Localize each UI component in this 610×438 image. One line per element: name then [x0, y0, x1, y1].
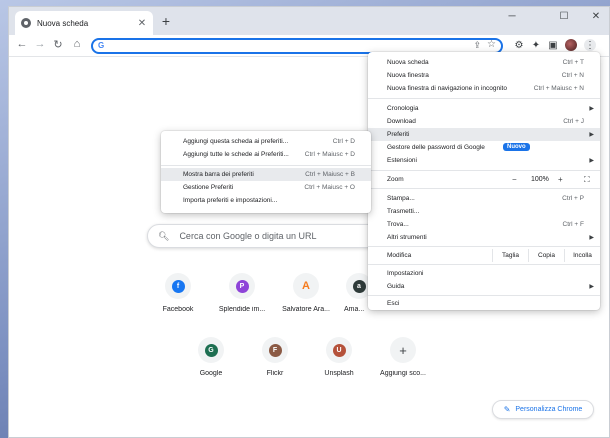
- menu-item-history[interactable]: Cronologia ▶: [368, 102, 600, 115]
- customize-chrome-button[interactable]: ✎ Personalizza Chrome: [492, 400, 594, 419]
- avatar[interactable]: [565, 39, 577, 51]
- menu-item-extensions[interactable]: Estensioni ▶: [368, 154, 600, 167]
- chrome-main-menu: Nuova scheda Ctrl + T Nuova finestra Ctrl …: [368, 52, 600, 310]
- search-icon: 🔍︎: [158, 230, 170, 241]
- menu-item-new-tab[interactable]: Nuova scheda Ctrl + T: [368, 56, 600, 69]
- shortcut-tile[interactable]: U Unsplash: [307, 337, 371, 377]
- google-icon: G: [98, 41, 105, 50]
- zoom-out-button[interactable]: −: [512, 175, 517, 184]
- shortcut-label: Ama...: [344, 306, 365, 313]
- shortcut-label: Flickr: [266, 370, 284, 377]
- shortcut-label: Google: [199, 370, 223, 377]
- customize-label: Personalizza Chrome: [515, 406, 583, 413]
- facebook-icon: f: [171, 279, 185, 293]
- bookmark-star-icon[interactable]: ☆: [487, 39, 496, 50]
- tab-strip: Nuova scheda ✕ + ─ ☐ ✕: [9, 7, 609, 35]
- menu-item-cast[interactable]: Trasmetti...: [368, 205, 600, 218]
- forward-icon[interactable]: →: [33, 38, 47, 50]
- menu-item-settings[interactable]: Impostazioni: [368, 267, 600, 280]
- shortcut-label: Splendide im...: [218, 306, 266, 313]
- bookmarks-submenu: Aggiungi questa scheda ai preferiti... Ct…: [161, 131, 371, 213]
- shortcut-tile[interactable]: P Splendide im...: [210, 273, 274, 313]
- extension-icon[interactable]: ⚙: [513, 39, 525, 51]
- close-tab-icon[interactable]: ✕: [137, 18, 147, 29]
- salvatore-icon: A: [302, 280, 310, 292]
- close-window-icon[interactable]: ✕: [589, 11, 603, 22]
- google-shortcut-icon: G: [204, 343, 218, 357]
- pencil-icon: ✎: [503, 405, 511, 414]
- home-icon[interactable]: ⌂: [70, 38, 84, 50]
- submenu-item-import[interactable]: Importa preferiti e impostazioni...: [161, 194, 371, 207]
- submenu-item-bookmark-all-tabs[interactable]: Aggiungi tutte le schede ai Preferiti...…: [161, 148, 371, 161]
- submenu-item-bookmark-tab[interactable]: Aggiungi questa scheda ai preferiti... Ct…: [161, 135, 371, 148]
- new-tab-button[interactable]: +: [159, 14, 173, 28]
- unsplash-icon: U: [332, 343, 346, 357]
- menu-item-more-tools[interactable]: Altri strumenti ▶: [368, 231, 600, 244]
- side-panel-icon[interactable]: ▣: [547, 39, 559, 51]
- chevron-right-icon: ▶: [589, 284, 594, 290]
- zoom-in-button[interactable]: +: [558, 175, 563, 184]
- menu-item-edit: Modifica Taglia Copia Incolla: [368, 249, 600, 262]
- maximize-icon[interactable]: ☐: [557, 11, 571, 22]
- tab-title: Nuova scheda: [37, 18, 89, 28]
- zoom-level: 100%: [531, 176, 549, 183]
- menu-item-incognito[interactable]: Nuova finestra di navigazione in incogni…: [368, 82, 600, 95]
- shortcut-label: Salvatore Ara...: [282, 306, 330, 313]
- fullscreen-icon[interactable]: ⛶: [584, 175, 590, 185]
- back-icon[interactable]: ←: [15, 38, 29, 50]
- splendide-icon: P: [235, 279, 249, 293]
- shortcut-tile[interactable]: f Facebook: [146, 273, 210, 313]
- search-input[interactable]: Cerca con Google o digita un URL: [179, 231, 316, 241]
- menu-item-exit[interactable]: Esci: [368, 297, 600, 310]
- new-badge: Nuovo: [503, 143, 530, 151]
- submenu-item-show-bookmarks-bar[interactable]: Mostra barra dei preferiti Ctrl + Maiusc …: [161, 168, 371, 181]
- chevron-right-icon: ▶: [589, 235, 594, 241]
- chevron-right-icon: ▶: [589, 132, 594, 138]
- chevron-right-icon: ▶: [589, 158, 594, 164]
- chrome-icon: [21, 18, 31, 28]
- shortcut-tile[interactable]: a Ama...: [338, 273, 368, 313]
- menu-item-help[interactable]: Guida ▶: [368, 280, 600, 293]
- shortcut-label: Unsplash: [324, 370, 354, 377]
- shortcut-tile[interactable]: A Salvatore Ara...: [274, 273, 338, 313]
- menu-item-print[interactable]: Stampa... Ctrl + P: [368, 192, 600, 205]
- shortcut-label: Facebook: [162, 306, 194, 313]
- menu-item-bookmarks[interactable]: Preferiti ▶: [368, 128, 600, 141]
- submenu-item-bookmark-manager[interactable]: Gestione Preferiti Ctrl + Maiusc + O: [161, 181, 371, 194]
- plus-icon: +: [399, 342, 407, 358]
- menu-item-new-window[interactable]: Nuova finestra Ctrl + N: [368, 69, 600, 82]
- amazon-icon: a: [352, 279, 366, 293]
- tab-new-tab[interactable]: Nuova scheda ✕: [15, 11, 153, 35]
- paste-button[interactable]: Incolla: [564, 249, 600, 262]
- browser-window: Nuova scheda ✕ + ─ ☐ ✕ ← → ↻ ⌂ G ⇪ ☆ ⚙ ✦…: [8, 6, 610, 438]
- menu-item-find[interactable]: Trova... Ctrl + F: [368, 218, 600, 231]
- flickr-icon: F: [268, 343, 282, 357]
- menu-item-zoom: Zoom − 100% + ⛶: [387, 174, 590, 185]
- shortcut-tile[interactable]: F Flickr: [243, 337, 307, 377]
- reload-icon[interactable]: ↻: [51, 38, 65, 51]
- minimize-icon[interactable]: ─: [505, 11, 519, 22]
- chevron-right-icon: ▶: [589, 106, 594, 112]
- shortcut-tile[interactable]: G Google: [179, 337, 243, 377]
- add-shortcut-tile[interactable]: + Aggiungi sco...: [371, 337, 435, 377]
- puzzle-icon[interactable]: ✦: [530, 39, 542, 51]
- share-icon[interactable]: ⇪: [473, 40, 481, 51]
- more-menu-icon[interactable]: ⋮: [584, 39, 596, 51]
- menu-item-downloads[interactable]: Download Ctrl + J: [368, 115, 600, 128]
- menu-item-password-manager[interactable]: Gestore delle password di Google Nuovo: [368, 141, 600, 154]
- shortcut-label: Aggiungi sco...: [380, 370, 426, 377]
- copy-button[interactable]: Copia: [528, 249, 564, 262]
- cut-button[interactable]: Taglia: [492, 249, 528, 262]
